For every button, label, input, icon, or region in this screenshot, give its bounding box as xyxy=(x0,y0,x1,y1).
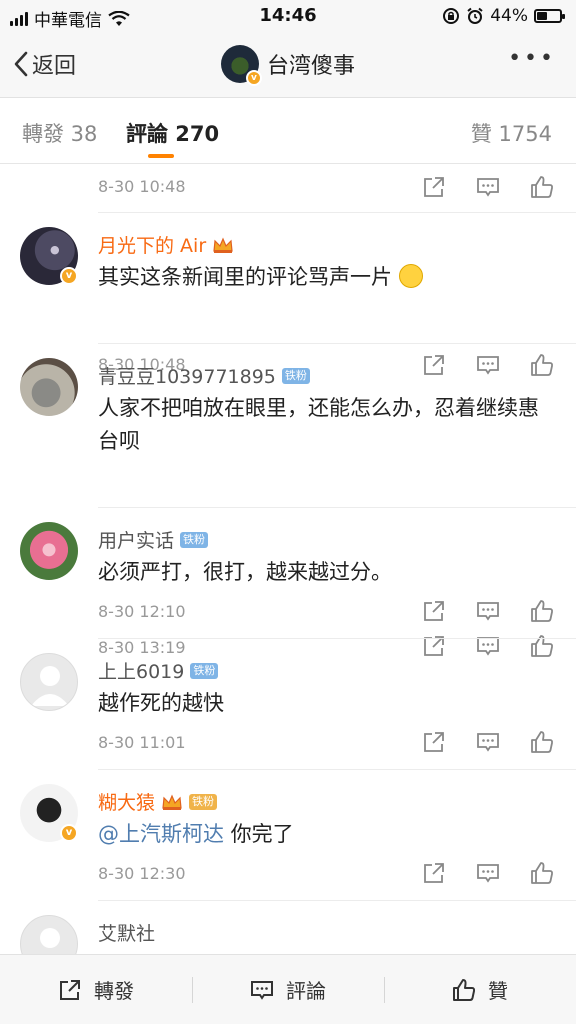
verified-badge-icon: v xyxy=(60,824,78,842)
comment-body: 其实这条新闻里的评论骂声一片 xyxy=(98,265,392,289)
comment-button[interactable]: 評論 xyxy=(192,955,384,1024)
account-avatar: v xyxy=(220,45,262,86)
comment-actions xyxy=(422,861,554,885)
share-icon[interactable] xyxy=(422,175,446,199)
comment-label: 評論 xyxy=(286,979,326,1003)
like-icon[interactable] xyxy=(530,175,554,199)
fan-badge: 铁粉 xyxy=(180,531,209,548)
reply-icon[interactable] xyxy=(476,730,500,754)
like-icon[interactable] xyxy=(530,861,554,885)
comment-author[interactable]: 青豆豆1039771895 铁粉 xyxy=(98,362,310,389)
status-bar: 中華電信 14:46 44% xyxy=(0,0,576,32)
like-icon[interactable] xyxy=(530,353,554,377)
battery-fill xyxy=(537,12,547,20)
comment-text: 其实这条新闻里的评论骂声一片 xyxy=(98,261,548,294)
avatar[interactable] xyxy=(20,522,78,580)
author-name: 青豆豆1039771895 xyxy=(98,366,276,388)
tab-bar: 轉發 38 評論 270 贊 1754 xyxy=(0,98,576,164)
like-icon[interactable] xyxy=(530,599,554,623)
user-mention-link[interactable]: @上汽斯柯达 xyxy=(98,822,224,846)
tab-repost[interactable]: 轉發 38 xyxy=(22,118,97,148)
like-icon[interactable] xyxy=(530,730,554,754)
comment-time: 8-30 12:10 xyxy=(98,602,186,621)
comment-divider xyxy=(98,638,576,639)
comment-list: 8-30 10:48 v 月光下的 Air 其实这条新闻里的评论骂声一片 8-3… xyxy=(0,165,576,955)
more-options-icon[interactable]: ••• xyxy=(508,48,556,70)
author-name: 用户实话 xyxy=(98,530,175,552)
comment-actions xyxy=(422,353,554,377)
comment-divider xyxy=(98,212,576,213)
comment-time: 8-30 13:19 xyxy=(98,638,186,657)
avatar-image xyxy=(20,358,78,416)
nav-title-group[interactable]: v 台湾傻事 xyxy=(0,45,576,86)
comment-text: 必须严打，很打，越来越过分。 xyxy=(98,560,392,584)
default-avatar-icon xyxy=(20,915,78,955)
comment-icon xyxy=(251,980,273,1000)
share-icon[interactable] xyxy=(422,730,446,754)
bottom-action-bar: 轉發 評論 贊 xyxy=(0,954,576,1024)
comment-author[interactable]: 月光下的 Air xyxy=(98,231,234,258)
comment-author[interactable]: 上上6019 铁粉 xyxy=(98,657,219,684)
status-right: 44% xyxy=(442,6,565,26)
author-name: 糊大猿 xyxy=(98,792,156,814)
avatar[interactable]: v xyxy=(20,227,78,285)
comment-author[interactable]: 用户实话 铁粉 xyxy=(98,526,209,553)
vip-crown-icon xyxy=(162,793,182,810)
repost-button[interactable]: 轉發 xyxy=(0,955,192,1024)
comment-actions xyxy=(422,730,554,754)
avatar[interactable] xyxy=(20,653,78,711)
avatar-image xyxy=(20,522,78,580)
laugh-cry-emoji-icon xyxy=(398,264,423,288)
rotation-lock-icon xyxy=(443,8,460,24)
reply-icon[interactable] xyxy=(476,353,500,377)
comment-body: 你完了 xyxy=(224,822,294,846)
comment-author[interactable]: 艾默社 xyxy=(98,919,155,946)
comment-text: @上汽斯柯达 你完了 xyxy=(98,818,548,851)
reply-icon[interactable] xyxy=(476,599,500,623)
tab-comments[interactable]: 評論 270 xyxy=(126,118,219,148)
author-name: 艾默社 xyxy=(98,923,156,945)
author-name: 上上6019 xyxy=(98,661,185,683)
comment-text: 人家不把咱放在眼里，还能怎么办，忍着继续惠台呗 xyxy=(98,396,539,453)
vip-crown-icon xyxy=(213,236,233,253)
comment-divider xyxy=(98,769,576,770)
active-tab-indicator xyxy=(148,154,174,158)
comment-divider xyxy=(98,507,576,508)
comment-text: 越作死的越快 xyxy=(98,691,224,715)
nav-bar: 返回 v 台湾傻事 ••• xyxy=(0,32,576,98)
battery-percent: 44% xyxy=(490,6,528,26)
author-name: 月光下的 Air xyxy=(98,235,207,257)
comment-divider xyxy=(98,900,576,901)
avatar[interactable] xyxy=(20,915,78,955)
share-icon[interactable] xyxy=(422,861,446,885)
avatar[interactable]: v xyxy=(20,784,78,842)
comment-actions xyxy=(422,599,554,623)
like-icon xyxy=(453,978,476,1001)
comment-author[interactable]: 糊大猿 铁粉 xyxy=(98,788,218,815)
battery-icon xyxy=(534,9,565,23)
reply-icon[interactable] xyxy=(476,861,500,885)
like-label: 贊 xyxy=(488,979,508,1003)
repost-label: 轉發 xyxy=(94,979,134,1003)
alarm-icon xyxy=(467,7,483,24)
comment-divider xyxy=(98,343,576,344)
share-icon[interactable] xyxy=(422,599,446,623)
fan-badge: 铁粉 xyxy=(189,793,218,810)
reply-icon[interactable] xyxy=(476,175,500,199)
tab-likes[interactable]: 贊 1754 xyxy=(471,118,552,148)
comment-time: 8-30 10:48 xyxy=(98,177,186,196)
verified-badge-icon: v xyxy=(60,267,78,285)
comment-actions xyxy=(422,175,554,199)
fan-badge: 铁粉 xyxy=(190,662,219,679)
comment-time: 8-30 11:01 xyxy=(98,733,186,752)
verified-badge-icon: v xyxy=(245,70,262,86)
comment-time: 8-30 12:30 xyxy=(98,864,186,883)
page-title: 台湾傻事 xyxy=(266,54,355,79)
like-button[interactable]: 贊 xyxy=(384,955,576,1024)
default-avatar-icon xyxy=(20,653,78,711)
share-icon[interactable] xyxy=(422,353,446,377)
avatar[interactable] xyxy=(20,358,78,416)
fan-badge: 铁粉 xyxy=(281,367,310,384)
share-icon xyxy=(60,979,80,1000)
